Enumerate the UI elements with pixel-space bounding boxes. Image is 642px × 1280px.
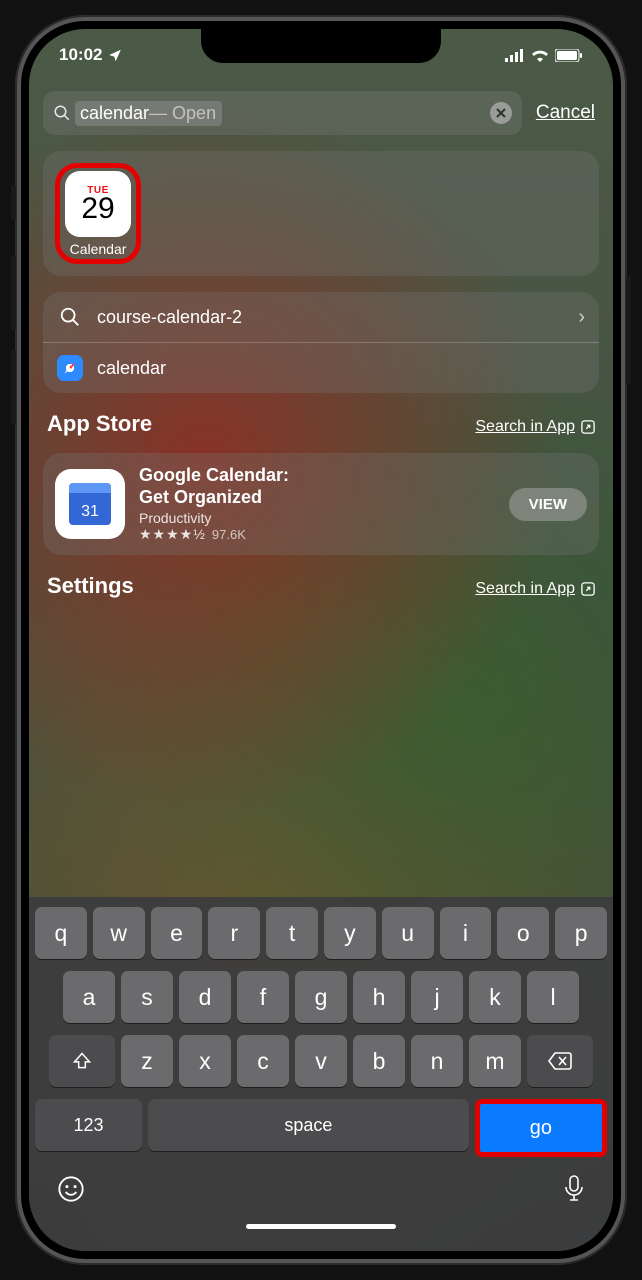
key-v[interactable]: v: [295, 1035, 347, 1087]
clear-search-button[interactable]: [490, 102, 512, 124]
keyboard: qwertyuiop asdfghjkl zxcvbnm 123 space g…: [29, 897, 613, 1251]
view-button[interactable]: VIEW: [509, 488, 587, 521]
appstore-heading: App Store: [47, 411, 152, 437]
key-i[interactable]: i: [440, 907, 492, 959]
settings-heading: Settings: [47, 573, 134, 599]
shift-key[interactable]: [49, 1035, 115, 1087]
search-in-app-link[interactable]: Search in App: [475, 580, 595, 598]
go-key[interactable]: go: [475, 1099, 607, 1157]
external-link-icon: [581, 420, 595, 434]
key-p[interactable]: p: [555, 907, 607, 959]
suggestions-panel: course-calendar-2 › calendar: [43, 292, 599, 393]
numbers-key[interactable]: 123: [35, 1099, 142, 1151]
appstore-panel: 31 Google Calendar:Get Organized Product…: [43, 453, 599, 555]
key-w[interactable]: w: [93, 907, 145, 959]
search-text: calendar: [75, 101, 149, 126]
iphone-frame: 10:02 calendar — Open: [15, 15, 627, 1265]
safari-icon: [57, 355, 83, 381]
key-x[interactable]: x: [179, 1035, 231, 1087]
key-k[interactable]: k: [469, 971, 521, 1023]
app-label: Calendar: [62, 241, 134, 257]
key-e[interactable]: e: [151, 907, 203, 959]
chevron-right-icon: ›: [578, 306, 585, 329]
key-d[interactable]: d: [179, 971, 231, 1023]
key-n[interactable]: n: [411, 1035, 463, 1087]
wifi-icon: [531, 49, 549, 62]
key-t[interactable]: t: [266, 907, 318, 959]
key-g[interactable]: g: [295, 971, 347, 1023]
appstore-result[interactable]: 31 Google Calendar:Get Organized Product…: [55, 465, 587, 543]
emoji-icon: [57, 1175, 85, 1203]
key-l[interactable]: l: [527, 971, 579, 1023]
cancel-button[interactable]: Cancel: [536, 102, 599, 124]
suggestion-row[interactable]: calendar: [43, 343, 599, 393]
location-icon: [108, 48, 122, 62]
top-hit-calendar-app[interactable]: TUE 29 Calendar: [55, 163, 141, 264]
mic-icon: [563, 1175, 585, 1203]
key-u[interactable]: u: [382, 907, 434, 959]
key-b[interactable]: b: [353, 1035, 405, 1087]
home-indicator[interactable]: [246, 1224, 396, 1229]
power-button: [626, 275, 631, 385]
key-j[interactable]: j: [411, 971, 463, 1023]
backspace-icon: [548, 1052, 572, 1070]
key-m[interactable]: m: [469, 1035, 521, 1087]
key-h[interactable]: h: [353, 971, 405, 1023]
dictation-key[interactable]: [563, 1175, 585, 1210]
key-c[interactable]: c: [237, 1035, 289, 1087]
store-category: Productivity: [139, 510, 495, 526]
calendar-day-number: 29: [81, 194, 114, 224]
clear-icon: [496, 108, 506, 118]
mute-switch: [11, 185, 16, 220]
suggestion-label: course-calendar-2: [97, 307, 242, 328]
key-a[interactable]: a: [63, 971, 115, 1023]
key-s[interactable]: s: [121, 971, 173, 1023]
search-in-app-link[interactable]: Search in App: [475, 418, 595, 436]
key-r[interactable]: r: [208, 907, 260, 959]
external-link-icon: [581, 582, 595, 596]
screen: 10:02 calendar — Open: [29, 29, 613, 1251]
key-f[interactable]: f: [237, 971, 289, 1023]
google-calendar-icon: 31: [55, 469, 125, 539]
space-key[interactable]: space: [148, 1099, 469, 1151]
store-rating: ★★★★½97.6K: [139, 526, 495, 543]
emoji-key[interactable]: [57, 1175, 85, 1210]
shift-icon: [72, 1051, 92, 1071]
backspace-key[interactable]: [527, 1035, 593, 1087]
volume-up: [11, 255, 16, 330]
search-suggestion: — Open: [149, 101, 222, 126]
key-q[interactable]: q: [35, 907, 87, 959]
key-z[interactable]: z: [121, 1035, 173, 1087]
suggestion-row[interactable]: course-calendar-2 ›: [43, 292, 599, 343]
status-time: 10:02: [59, 45, 102, 65]
calendar-app-icon: TUE 29: [65, 171, 131, 237]
notch: [201, 29, 441, 63]
suggestion-label: calendar: [97, 358, 166, 379]
battery-icon: [555, 49, 583, 62]
spotlight-search-field[interactable]: calendar — Open: [43, 91, 522, 135]
volume-down: [11, 350, 16, 425]
top-hit-panel: TUE 29 Calendar: [43, 151, 599, 276]
cellular-icon: [505, 49, 525, 62]
key-y[interactable]: y: [324, 907, 376, 959]
key-o[interactable]: o: [497, 907, 549, 959]
search-icon: [57, 304, 83, 330]
search-icon: [53, 104, 71, 122]
store-result-title: Google Calendar:Get Organized: [139, 465, 495, 508]
